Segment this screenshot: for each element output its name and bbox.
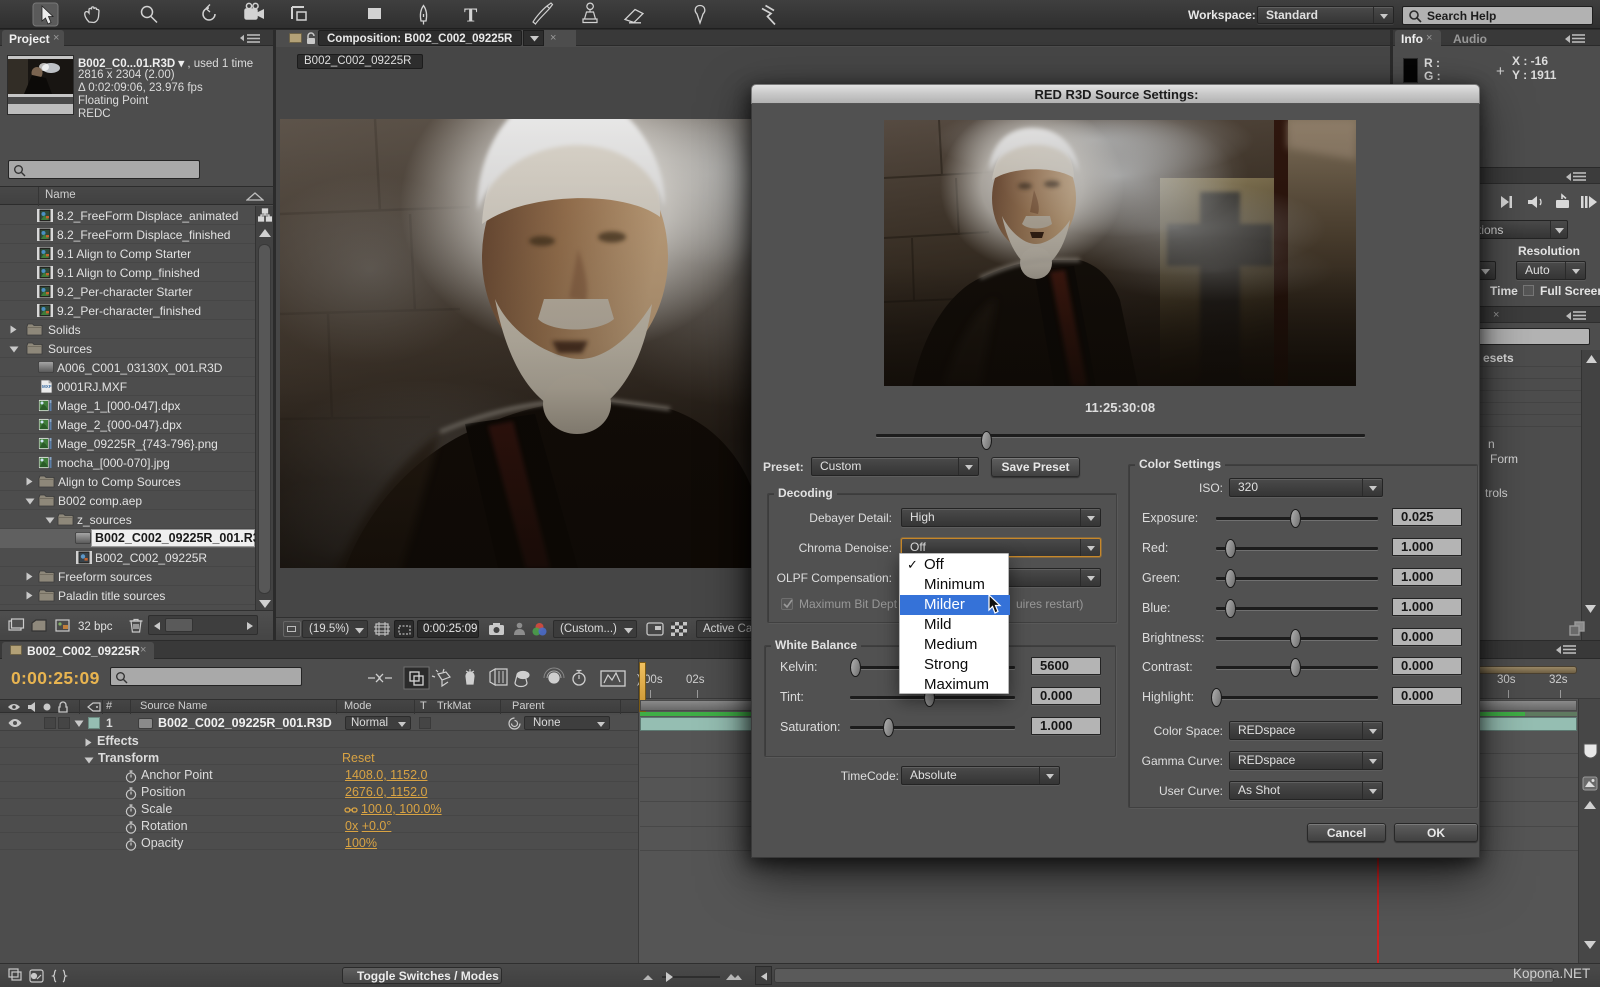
svg-text:T: T — [464, 5, 478, 27]
svg-text:32 bpc: 32 bpc — [78, 621, 113, 633]
